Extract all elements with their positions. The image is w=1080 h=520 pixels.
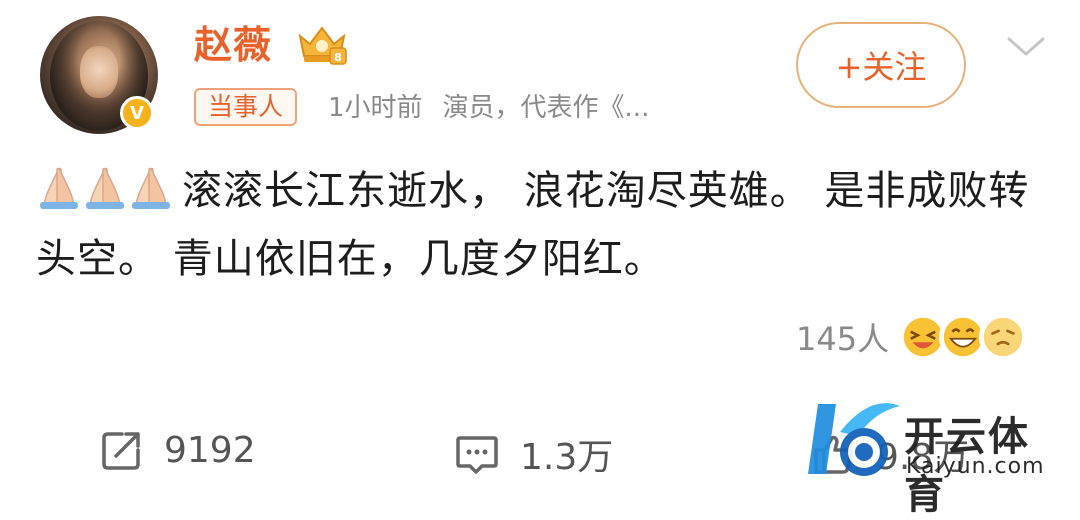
- author-name[interactable]: 赵薇: [194, 14, 272, 69]
- post-content: 滚滚长江东逝水， 浪花淘尽英雄。 是非成败转头空。 青山依旧在，几度夕阳红。: [36, 160, 1046, 290]
- status-badge: 当事人: [194, 88, 298, 126]
- reactions-summary[interactable]: 145人: [796, 312, 1028, 362]
- repost-button[interactable]: 9192: [100, 428, 256, 472]
- reaction-count: 145人: [796, 320, 890, 358]
- verified-badge-icon: V: [120, 96, 154, 130]
- repost-icon: [102, 432, 140, 470]
- svg-text:8: 8: [334, 51, 342, 64]
- comment-icon: [456, 436, 498, 474]
- comment-button[interactable]: 1.3万: [454, 428, 613, 480]
- praying-hands-icon: [36, 166, 174, 228]
- watermark-en: Kaiyun.com: [906, 454, 1045, 479]
- squinting-face-icon: [979, 313, 1028, 361]
- post-text: 滚滚长江东逝水， 浪花淘尽英雄。 是非成败转头空。 青山依旧在，几度夕阳红。: [36, 168, 1030, 282]
- chevron-down-icon[interactable]: [1006, 36, 1046, 58]
- watermark-logo-icon: [808, 403, 900, 476]
- vip-crown-icon: 8: [298, 26, 347, 65]
- author-bio: 演员，代表作《...: [442, 93, 650, 123]
- repost-count: 9192: [164, 429, 256, 471]
- post-time: 1小时前: [328, 93, 423, 123]
- post-meta: 1小时前 演员，代表作《...: [328, 88, 649, 128]
- comment-count: 1.3万: [520, 437, 614, 478]
- avatar-face: [80, 46, 118, 98]
- follow-button[interactable]: +关注: [796, 22, 966, 108]
- watermark: 开云体育 Kaiyun.com: [800, 384, 1070, 518]
